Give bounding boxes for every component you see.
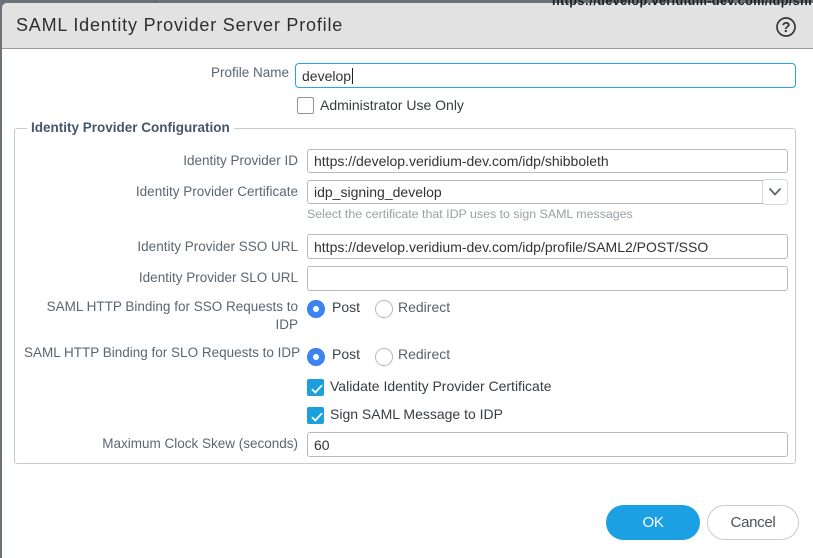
svg-text:?: ? — [782, 20, 791, 36]
